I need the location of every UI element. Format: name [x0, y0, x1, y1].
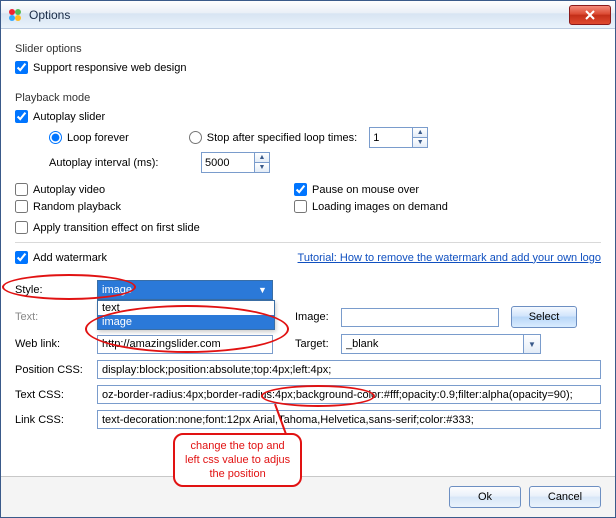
target-combo[interactable]: ▼ — [341, 334, 541, 354]
spin-down-icon[interactable]: ▼ — [413, 138, 427, 147]
style-select[interactable]: image ▼ — [97, 280, 273, 300]
autoplay-slider-checkbox[interactable]: Autoplay slider — [15, 110, 105, 123]
divider — [15, 242, 601, 243]
apply-transition-label: Apply transition effect on first slide — [33, 222, 200, 234]
playback-mode-title: Playback mode — [15, 92, 601, 104]
autoplay-video-checkbox[interactable]: Autoplay video — [15, 183, 105, 196]
text-css-label: Text CSS: — [15, 389, 97, 401]
chevron-down-icon[interactable]: ▼ — [523, 335, 540, 353]
interval-spin[interactable]: ▲▼ — [254, 153, 269, 172]
loading-images-checkbox[interactable]: Loading images on demand — [294, 200, 448, 213]
link-css-input[interactable] — [97, 410, 601, 429]
style-option-image[interactable]: image — [98, 315, 274, 329]
options-window: Options Slider options Support responsiv… — [0, 0, 616, 518]
style-label: Style: — [15, 284, 97, 296]
annotation-line3: the position — [209, 468, 265, 480]
cancel-button[interactable]: Cancel — [529, 486, 601, 508]
support-responsive-label: Support responsive web design — [33, 62, 186, 74]
slider-options-title: Slider options — [15, 43, 601, 55]
interval-spinner[interactable]: ▲▼ — [201, 152, 270, 173]
target-input[interactable] — [342, 335, 523, 353]
random-playback-checkbox[interactable]: Random playback — [15, 200, 121, 213]
loop-times-spinner[interactable]: ▲▼ — [369, 127, 428, 148]
loading-images-label: Loading images on demand — [312, 201, 448, 213]
pause-on-mouse-checkbox[interactable]: Pause on mouse over — [294, 183, 419, 196]
weblink-input[interactable] — [97, 335, 273, 354]
annotation-note: change the top and left css value to adj… — [173, 433, 302, 487]
ok-button[interactable]: Ok — [449, 486, 521, 508]
style-dropdown[interactable]: text image — [97, 300, 275, 330]
interval-input[interactable] — [202, 156, 254, 170]
support-responsive-input[interactable] — [15, 61, 28, 74]
apply-transition-input[interactable] — [15, 221, 28, 234]
add-watermark-label: Add watermark — [33, 252, 107, 264]
loop-forever-label: Loop forever — [67, 132, 129, 144]
app-icon — [7, 7, 23, 23]
loop-times-spin[interactable]: ▲▼ — [412, 128, 427, 147]
close-icon — [584, 10, 596, 20]
image-label: Image: — [295, 311, 341, 323]
autoplay-video-label: Autoplay video — [33, 184, 105, 196]
spin-up-icon[interactable]: ▲ — [255, 153, 269, 163]
link-css-label: Link CSS: — [15, 414, 97, 426]
close-button[interactable] — [569, 5, 611, 25]
add-watermark-input[interactable] — [15, 251, 28, 264]
text-css-input[interactable] — [97, 385, 601, 404]
pause-on-mouse-label: Pause on mouse over — [312, 184, 419, 196]
target-label: Target: — [295, 338, 341, 350]
loop-forever-input[interactable] — [49, 131, 62, 144]
footer: Ok Cancel — [1, 476, 615, 517]
chevron-down-icon: ▼ — [255, 285, 270, 295]
annotation-line2: left css value to adjus — [185, 454, 290, 466]
tutorial-link[interactable]: Tutorial: How to remove the watermark an… — [298, 252, 601, 264]
spin-up-icon[interactable]: ▲ — [413, 128, 427, 138]
titlebar: Options — [1, 1, 615, 29]
select-button[interactable]: Select — [511, 306, 577, 328]
apply-transition-checkbox[interactable]: Apply transition effect on first slide — [15, 221, 200, 234]
content-area: Slider options Support responsive web de… — [1, 29, 615, 429]
window-title: Options — [29, 8, 70, 22]
autoplay-video-input[interactable] — [15, 183, 28, 196]
add-watermark-checkbox[interactable]: Add watermark — [15, 251, 107, 264]
style-select-value: image — [102, 284, 132, 296]
loading-images-input[interactable] — [294, 200, 307, 213]
style-option-text[interactable]: text — [98, 301, 274, 315]
pause-on-mouse-input[interactable] — [294, 183, 307, 196]
interval-label: Autoplay interval (ms): — [49, 157, 201, 169]
support-responsive-checkbox[interactable]: Support responsive web design — [15, 61, 186, 74]
image-input[interactable] — [341, 308, 499, 327]
weblink-label: Web link: — [15, 338, 97, 350]
stop-after-radio[interactable]: Stop after specified loop times: — [189, 131, 357, 144]
position-css-label: Position CSS: — [15, 364, 97, 376]
random-playback-input[interactable] — [15, 200, 28, 213]
stop-after-input[interactable] — [189, 131, 202, 144]
stop-after-label: Stop after specified loop times: — [207, 132, 357, 144]
position-css-input[interactable] — [97, 360, 601, 379]
text-label: Text: — [15, 311, 97, 323]
spin-down-icon[interactable]: ▼ — [255, 163, 269, 172]
random-playback-label: Random playback — [33, 201, 121, 213]
annotation-line1: change the top and — [190, 440, 284, 452]
autoplay-slider-label: Autoplay slider — [33, 111, 105, 123]
loop-times-input[interactable] — [370, 131, 412, 145]
loop-forever-radio[interactable]: Loop forever — [49, 131, 129, 144]
autoplay-slider-input[interactable] — [15, 110, 28, 123]
